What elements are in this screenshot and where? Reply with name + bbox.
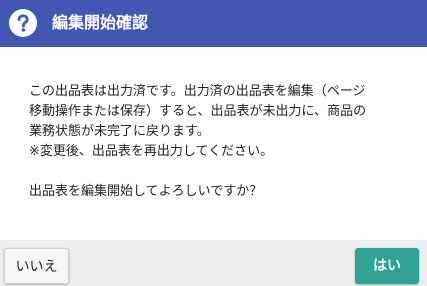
dialog-message: この出品表は出力済です。出力済の出品表を編集（ページ 移動操作または保存）すると…: [29, 82, 419, 202]
dialog-header: 編集開始確認: [0, 0, 427, 47]
help-circle-icon: [9, 9, 37, 37]
message-line: この出品表は出力済です。出力済の出品表を編集（ページ: [29, 84, 366, 99]
message-line: ※変更後、出品表を再出力してください。: [29, 144, 274, 159]
edit-start-confirm-dialog: 編集開始確認 この出品表は出力済です。出力済の出品表を編集（ページ 移動操作また…: [0, 0, 427, 286]
message-line: 業務状態が未完了に戻ります。: [29, 124, 210, 139]
message-line: 移動操作または保存）すると、出品表が未出力に、商品の: [29, 104, 367, 119]
no-button[interactable]: いいえ: [4, 248, 69, 284]
yes-button[interactable]: はい: [355, 248, 419, 284]
dialog-title: 編集開始確認: [52, 13, 149, 32]
dialog-footer: いいえ はい: [0, 240, 427, 286]
confirm-question: 出品表を編集開始してよろしいですか？: [29, 184, 263, 199]
